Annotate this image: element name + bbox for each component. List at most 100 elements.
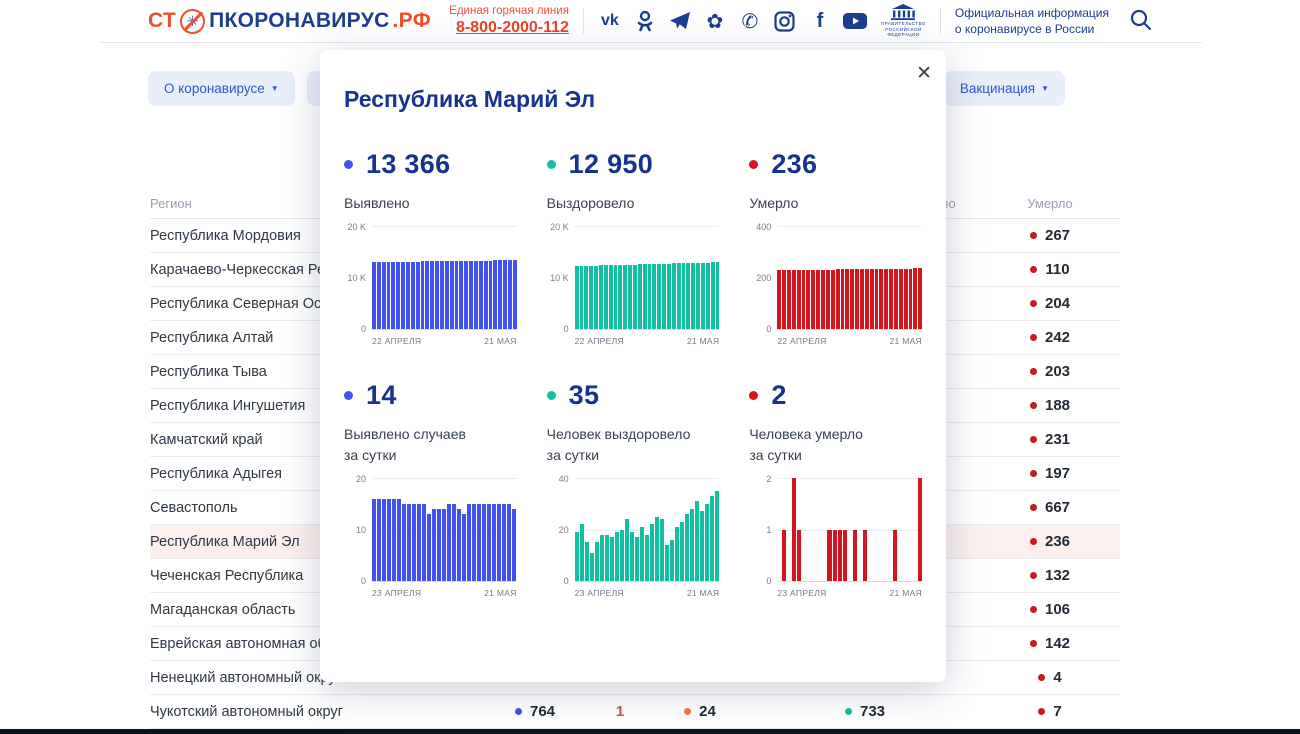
nav-item-vaccination[interactable]: Вакцинация▼ bbox=[944, 71, 1065, 106]
chart-bar bbox=[474, 261, 478, 329]
status-dot bbox=[1030, 402, 1037, 409]
bar-chart: 20 K10 K022 АПРЕЛЯ21 МАЯ bbox=[547, 226, 720, 346]
chart-bar bbox=[701, 263, 705, 329]
died-cell: 106 bbox=[980, 601, 1120, 618]
chart-bar bbox=[863, 530, 867, 582]
telegram-icon[interactable] bbox=[668, 9, 692, 33]
stat-dot bbox=[344, 391, 353, 400]
chart-bar bbox=[675, 527, 679, 581]
chart-bar bbox=[580, 266, 584, 329]
nav-item-about[interactable]: О коронавирусе▼ bbox=[148, 71, 295, 106]
chart-bar bbox=[889, 269, 893, 329]
daily-charts-row: 2010023 АПРЕЛЯ21 МАЯ4020023 АПРЕЛЯ21 МАЯ… bbox=[344, 478, 922, 598]
social-links: vk ✿ ✆ f bbox=[598, 9, 867, 33]
stat-label: Выявлено bbox=[344, 193, 517, 214]
chart-bar bbox=[502, 504, 506, 581]
chart-bar bbox=[662, 264, 666, 329]
chart-bar bbox=[477, 504, 481, 581]
chart-bar bbox=[493, 260, 497, 329]
instagram-icon[interactable] bbox=[773, 9, 797, 33]
chart-bar bbox=[711, 262, 715, 329]
facebook-icon[interactable]: f bbox=[808, 9, 832, 33]
died-cell: 231 bbox=[980, 431, 1120, 448]
column-header-died: Умерло bbox=[980, 196, 1120, 211]
chart-bar bbox=[427, 514, 431, 581]
status-dot bbox=[1038, 708, 1045, 715]
chart-bar bbox=[667, 264, 671, 329]
chart-bar bbox=[657, 264, 661, 329]
stat-block: 35Человек выздоровело за сутки bbox=[547, 380, 720, 466]
chart-bar bbox=[575, 532, 579, 581]
icq-icon[interactable]: ✿ bbox=[703, 9, 727, 33]
chart-bar bbox=[833, 530, 837, 582]
government-emblem[interactable]: ПРАВИТЕЛЬСТВО РОССИЙСКОЙ ФЕДЕРАЦИИ bbox=[881, 4, 926, 38]
hotline-phone-link[interactable]: 8-800-2000-112 bbox=[449, 18, 569, 38]
chart-bar bbox=[638, 264, 642, 329]
chart-bar bbox=[630, 532, 634, 581]
died-cell: 667 bbox=[980, 499, 1120, 516]
stat-block: 12 950Выздоровело bbox=[547, 149, 720, 214]
chart-bar bbox=[503, 260, 507, 329]
close-icon[interactable]: ✕ bbox=[916, 64, 932, 83]
stat-label: Человека умерло за сутки bbox=[749, 424, 922, 466]
viber-icon[interactable]: ✆ bbox=[738, 9, 762, 33]
x-axis: 23 АПРЕЛЯ21 МАЯ bbox=[547, 588, 720, 598]
totals-charts-row: 20 K10 K022 АПРЕЛЯ21 МАЯ20 K10 K022 АПРЕ… bbox=[344, 226, 922, 346]
youtube-icon[interactable] bbox=[843, 9, 867, 33]
vk-icon[interactable]: vk bbox=[598, 9, 622, 33]
chart-bar bbox=[685, 514, 689, 581]
stat-label: Умерло bbox=[749, 193, 922, 214]
chart-bar bbox=[680, 522, 684, 581]
status-dot bbox=[515, 708, 522, 715]
hotline-block: Единая горячая линия 8-800-2000-112 bbox=[449, 4, 569, 38]
chart-bar bbox=[710, 496, 714, 581]
chart-bar bbox=[459, 261, 463, 329]
bar-chart: 21023 АПРЕЛЯ21 МАЯ bbox=[749, 478, 922, 598]
status-dot bbox=[1030, 436, 1037, 443]
chart-bar bbox=[665, 545, 669, 581]
ok-icon[interactable] bbox=[633, 9, 657, 33]
chart-bar bbox=[821, 270, 825, 329]
totals-stats-row: 13 366Выявлено12 950Выздоровело236Умерло bbox=[344, 149, 922, 214]
chart-bar bbox=[841, 269, 845, 329]
table-row[interactable]: Чукотский автономный округ7641247337 bbox=[150, 695, 1120, 729]
chart-bar bbox=[691, 263, 695, 329]
died-cell: 142 bbox=[980, 635, 1120, 652]
next-section-edge bbox=[0, 729, 1300, 734]
official-info-text: Официальная информация о коронавирусе в … bbox=[955, 5, 1109, 37]
recovered-cell: 733 bbox=[750, 703, 980, 720]
chart-bar bbox=[412, 504, 416, 581]
chart-bar bbox=[464, 261, 468, 329]
search-icon[interactable] bbox=[1129, 8, 1152, 34]
chart-bar bbox=[455, 261, 459, 329]
stat-label: Выздоровело bbox=[547, 193, 720, 214]
chart-bar bbox=[392, 499, 396, 581]
chart-bar bbox=[513, 260, 517, 329]
chart-bar bbox=[492, 504, 496, 581]
died-cell: 110 bbox=[980, 261, 1120, 278]
chart-bar bbox=[450, 261, 454, 329]
chart-bar bbox=[660, 519, 664, 581]
chart-bar bbox=[797, 530, 801, 582]
site-logo[interactable]: СТ ✳ ПКОРОНАВИРУС .РФ bbox=[148, 9, 431, 34]
chart-bar bbox=[614, 265, 618, 329]
new-cell: 1 bbox=[590, 703, 650, 720]
plot-area bbox=[372, 226, 517, 330]
region-detail-modal: ✕ Республика Марий Эл 13 366Выявлено12 9… bbox=[320, 50, 946, 682]
y-axis: 20 K10 K0 bbox=[344, 226, 372, 330]
chart-bar bbox=[595, 542, 599, 581]
chart-bar bbox=[816, 270, 820, 329]
chart-bar bbox=[462, 514, 466, 581]
chevron-down-icon: ▼ bbox=[271, 84, 279, 93]
stat-dot bbox=[547, 391, 556, 400]
bar-chart: 400200022 АПРЕЛЯ21 МАЯ bbox=[749, 226, 922, 346]
chart-bar bbox=[827, 530, 831, 582]
chart-bar bbox=[590, 553, 594, 581]
chart-bar bbox=[628, 265, 632, 329]
daily-stats-row: 14Выявлено случаев за сутки35Человек выз… bbox=[344, 380, 922, 466]
chart-bar bbox=[716, 262, 720, 329]
active-cell: 24 bbox=[650, 703, 750, 720]
chart-bar bbox=[407, 504, 411, 581]
chart-bar bbox=[884, 269, 888, 329]
x-axis: 22 АПРЕЛЯ21 МАЯ bbox=[749, 336, 922, 346]
